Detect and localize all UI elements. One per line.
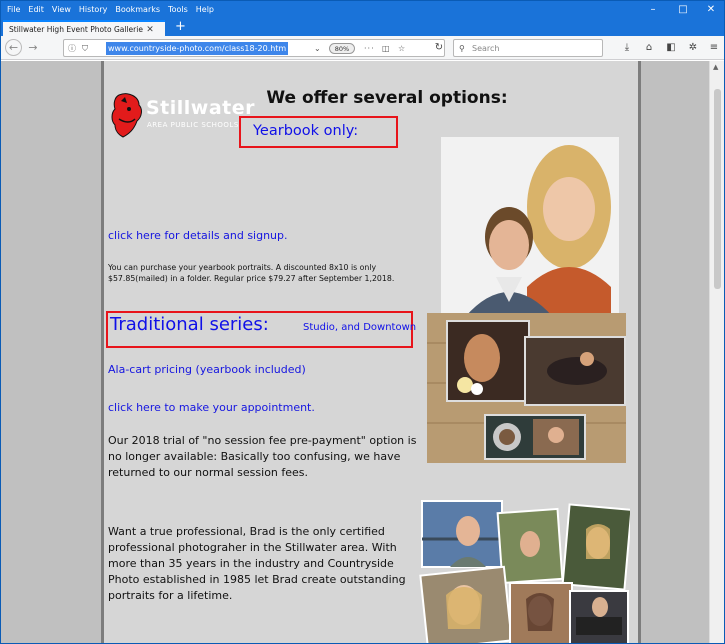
sidebar-icon[interactable]: ◧ [663,40,679,56]
title-bar: File Edit View History Bookmarks Tools H… [1,1,724,37]
tracking-shield-icon[interactable]: ⛉ [82,42,88,55]
yearbook-signup-link[interactable]: click here for details and signup. [108,229,288,242]
download-icon[interactable]: ⤓ [619,40,635,56]
page-viewport: We offer several options: Stillwater ARE… [1,61,724,643]
menu-view[interactable]: View [52,3,71,17]
vertical-scrollbar[interactable]: ▲ [709,61,724,643]
scroll-thumb[interactable] [714,89,721,289]
search-icon: ⚲ [459,44,465,53]
menu-help[interactable]: Help [196,3,214,17]
menu-history[interactable]: History [79,3,107,17]
close-window-button[interactable]: ✕ [701,3,721,17]
page-content: We offer several options: Stillwater ARE… [101,61,641,643]
chevron-down-icon[interactable]: ⌄ [314,42,321,55]
mustang-mascot-logo [111,93,142,138]
url-bar[interactable]: ⓘ ⛉ www.countryside-photo.com/class18-20… [63,39,445,57]
left-margin [1,61,101,643]
senior-collage-photo [418,499,630,643]
zoom-badge[interactable]: 80% [329,43,355,54]
tab-title: Stillwater High Event Photo Galleries [9,25,143,34]
back-arrow-icon[interactable]: ← [5,39,22,56]
forward-arrow-icon[interactable]: → [25,40,41,56]
menu-file[interactable]: File [7,3,20,17]
page-actions-icon[interactable]: ··· [364,42,375,55]
trial-note-text: Our 2018 trial of "no session fee pre-pa… [108,434,417,479]
minimize-button[interactable]: – [643,3,663,17]
menu-bar: File Edit View History Bookmarks Tools H… [7,3,214,17]
bookmark-star-icon[interactable]: ☆ [398,42,405,55]
customize-icon[interactable]: ✲ [685,40,701,56]
professional-bio-text: Want a true professional, Brad is the on… [108,525,406,602]
home-icon[interactable]: ⌂ [641,40,657,56]
url-text[interactable]: www.countryside-photo.com/class18-20.htm [106,42,289,55]
page-heading: We offer several options: [266,88,508,108]
yearbook-label: Yearbook only: [253,123,359,139]
menu-bookmarks[interactable]: Bookmarks [115,3,160,17]
tab-close-icon[interactable]: ✕ [143,25,157,35]
scroll-up-arrow-icon[interactable]: ▲ [713,63,718,71]
appointment-link[interactable]: click here to make your appointment. [108,401,315,414]
alacart-pricing-link[interactable]: Ala-cart pricing (yearbook included) [108,363,306,376]
traditional-label: Traditional series: [110,314,269,335]
menu-edit[interactable]: Edit [28,3,44,17]
info-icon[interactable]: ⓘ [68,42,76,55]
new-tab-button[interactable]: + [175,18,186,36]
pocket-icon[interactable]: ◫ [382,42,390,55]
search-input[interactable]: ⚲ Search [453,39,603,57]
yearbook-portrait-photo [441,137,619,317]
traditional-album-photo [427,313,626,463]
hamburger-menu-icon[interactable]: ≡ [706,40,722,56]
logo-subtitle: AREA PUBLIC SCHOOLS [147,121,239,129]
tab-active[interactable]: Stillwater High Event Photo Galleries ✕ [3,20,165,37]
yearbook-description: You can purchase your yearbook portraits… [108,263,395,283]
menu-tools[interactable]: Tools [168,3,188,17]
nav-bar: ← → ⓘ ⛉ www.countryside-photo.com/class1… [1,36,724,60]
search-placeholder: Search [472,44,500,53]
traditional-subtitle: Studio, and Downtown [303,322,417,333]
maximize-button[interactable]: □ [673,3,693,17]
browser-window: File Edit View History Bookmarks Tools H… [0,0,725,644]
reload-icon[interactable]: ↻ [431,40,447,56]
